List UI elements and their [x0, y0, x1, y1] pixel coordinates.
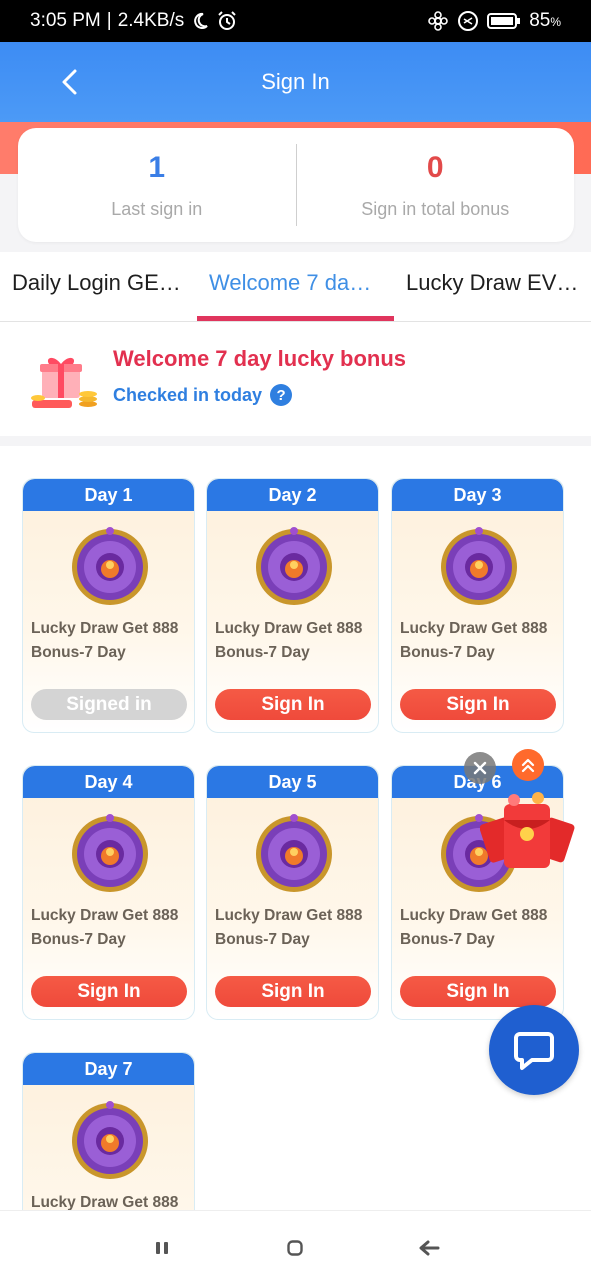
status-speed: 2.4KB/s: [117, 10, 185, 31]
recents-icon: [156, 1242, 168, 1254]
home-button[interactable]: [280, 1233, 310, 1263]
lucky-wheel-icon: [72, 814, 148, 892]
sign-in-button[interactable]: Sign In: [215, 976, 371, 1007]
tab-welcome-7-day[interactable]: Welcome 7 da…: [209, 270, 371, 296]
reward-description: Lucky Draw Get 888 Bonus-7 Day: [31, 620, 179, 661]
welcome-bonus-title: Welcome 7 day lucky bonus: [113, 346, 407, 371]
lucky-wheel-icon: [72, 1101, 148, 1179]
total-bonus-label: Sign in total bonus: [361, 198, 510, 219]
gift-box-icon: [31, 357, 97, 408]
help-icon[interactable]: ?: [270, 384, 293, 406]
day-card-3: Day 3 Lucky Draw Get 888 Bonus-7 Day Sign…: [391, 478, 564, 733]
day-card-2: Day 2 Lucky Draw Get 888 Bonus-7 Day Sign…: [206, 478, 379, 733]
sign-in-button[interactable]: Sign In: [31, 976, 187, 1007]
day-label: Day 2: [207, 479, 378, 511]
sync-icon: [457, 10, 479, 32]
total-bonus-stat: 0 Sign in total bonus: [297, 128, 575, 242]
status-bar: 3:05 PM | 2.4KB/s 85%: [0, 0, 591, 42]
active-tab-indicator: [197, 316, 394, 321]
day-card-7: Day 7 Lucky Draw Get 888: [22, 1052, 195, 1210]
chat-bubble-icon: [514, 1032, 554, 1070]
status-separator: |: [106, 10, 112, 31]
sign-in-button[interactable]: Sign In: [215, 689, 371, 720]
battery-level: 85%: [529, 10, 561, 31]
reward-description: Lucky Draw Get 888 Bonus-7 Day: [215, 907, 363, 948]
close-float-button[interactable]: [464, 752, 496, 784]
chevron-left-icon: [62, 69, 77, 95]
sign-in-button[interactable]: Sign In: [400, 976, 556, 1007]
reward-description: Lucky Draw Get 888 Bonus-7 Day: [400, 620, 548, 661]
reward-description: Lucky Draw Get 888 Bonus-7 Day: [31, 907, 179, 948]
day-card-5: Day 5 Lucky Draw Get 888 Bonus-7 Day Sign…: [206, 765, 379, 1020]
lucky-wheel-icon: [256, 814, 332, 892]
alarm-icon: [216, 10, 238, 32]
day-label: Day 4: [23, 766, 194, 798]
day-label: Day 3: [392, 479, 563, 511]
page-title: Sign In: [261, 69, 330, 94]
checked-in-status: Checked in today ?: [113, 384, 293, 406]
scroll-top-button[interactable]: [512, 749, 544, 781]
day-card-1: Day 1 Lucky Draw Get 888 Bonus-7 Day Sign…: [22, 478, 195, 733]
status-time: 3:05 PM: [30, 10, 101, 31]
battery-icon: [487, 11, 521, 31]
flower-icon: [427, 10, 449, 32]
red-packet-icon[interactable]: [480, 790, 575, 872]
day-label: Day 5: [207, 766, 378, 798]
last-sign-in-stat: 1 Last sign in: [18, 128, 296, 242]
app-header: Sign In: [0, 42, 591, 122]
welcome-bonus-section: Welcome 7 day lucky bonus Checked in tod…: [0, 322, 591, 436]
lucky-wheel-icon: [256, 527, 332, 605]
home-icon: [287, 1240, 303, 1256]
sign-in-summary-card: 1 Last sign in 0 Sign in total bonus: [18, 128, 574, 242]
moon-icon: [190, 11, 210, 31]
double-chevron-up-icon: [521, 758, 535, 773]
recent-apps-button[interactable]: [147, 1233, 177, 1263]
tab-lucky-draw[interactable]: Lucky Draw EV…: [406, 270, 578, 296]
back-nav-button[interactable]: [414, 1233, 444, 1263]
sign-in-button[interactable]: Sign In: [400, 689, 556, 720]
back-arrow-icon: [419, 1240, 440, 1256]
last-sign-in-value: 1: [148, 150, 166, 184]
event-tabs: Daily Login GE… Welcome 7 da… Lucky Draw…: [0, 252, 591, 322]
back-button[interactable]: [50, 62, 90, 102]
lucky-wheel-icon: [72, 527, 148, 605]
lucky-wheel-icon: [441, 527, 517, 605]
day-label: Day 1: [23, 479, 194, 511]
close-icon: [473, 761, 487, 775]
last-sign-in-label: Last sign in: [111, 198, 203, 219]
total-bonus-value: 0: [426, 150, 444, 184]
day-card-4: Day 4 Lucky Draw Get 888 Bonus-7 Day Sign…: [22, 765, 195, 1020]
signed-in-button[interactable]: Signed in: [31, 689, 187, 720]
system-navigation-bar: [0, 1210, 591, 1280]
reward-description: Lucky Draw Get 888 Bonus-7 Day: [215, 620, 363, 661]
tab-daily-login[interactable]: Daily Login GE…: [12, 270, 181, 296]
live-chat-button[interactable]: [489, 1005, 579, 1095]
reward-description: Lucky Draw Get 888 Bonus-7 Day: [400, 907, 548, 948]
day-label: Day 7: [23, 1053, 194, 1085]
checked-in-text: Checked in today: [113, 384, 263, 405]
reward-description: Lucky Draw Get 888: [31, 1194, 179, 1210]
